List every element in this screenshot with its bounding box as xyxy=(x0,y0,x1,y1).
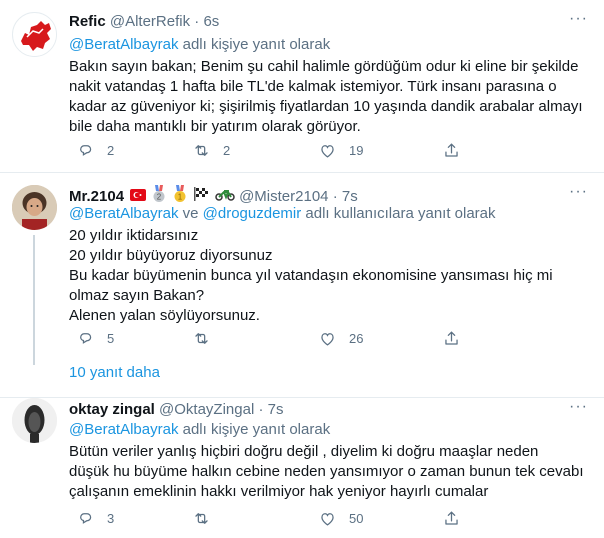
tweet-text-line: olmaz sayın Bakan? xyxy=(69,287,205,304)
tweet-text-line: kadar az güveniyor ki; şişirilmiş fiyatl… xyxy=(69,98,583,115)
like-button[interactable]: 19 xyxy=(318,141,363,160)
dark-face-avatar xyxy=(12,398,57,443)
reply-icon xyxy=(80,145,92,156)
user-handle[interactable]: @Mister2104 xyxy=(239,188,328,205)
separator-dot: · xyxy=(258,401,264,418)
display-name[interactable]: oktay zingal xyxy=(69,401,155,418)
user-handle[interactable]: @AlterRefik xyxy=(110,13,190,30)
red-map-logo-icon xyxy=(13,13,56,56)
tweet-header: oktay zingal @OktayZingal · 7s xyxy=(69,400,283,420)
user-handle[interactable]: @OktayZingal xyxy=(159,401,254,418)
retweet-icon xyxy=(195,145,208,156)
more-options-icon[interactable]: ··· xyxy=(569,398,588,416)
tweet-text-line: bile daha mantıklı bir yatırım olarak gö… xyxy=(69,118,361,135)
like-button[interactable]: 26 xyxy=(318,329,363,348)
more-options-icon[interactable]: ··· xyxy=(569,183,588,201)
reply-button[interactable]: 3 xyxy=(76,509,114,528)
share-button[interactable] xyxy=(442,141,473,160)
like-button[interactable]: 50 xyxy=(318,509,363,528)
reply-context: @BeratAlbayrak ve @droguzdemir adlı kull… xyxy=(69,204,496,224)
mention-link[interactable]: @BeratAlbayrak xyxy=(69,36,178,53)
tweet-text-line: çalışanın emeklinin hakkı verilmiyor hak… xyxy=(69,483,489,500)
share-icon xyxy=(445,511,458,525)
separator-dot: · xyxy=(194,13,200,30)
tweet-text-line: nakit vatandaş 1 hafta bile TL'de kalmak… xyxy=(69,78,557,95)
reply-icon xyxy=(80,513,92,524)
tweet-text-line: düşük hu büyüme halkın cebine neden yans… xyxy=(69,463,584,480)
tweet-text-line: Bakın sayın bakan; Benim şu cahil haliml… xyxy=(69,58,579,75)
heart-icon xyxy=(321,513,334,526)
tweet-text-line: 20 yıldır büyüyoruz diyorsunuz xyxy=(69,247,273,264)
tweet-text-line: Bütün veriler yanlış hiçbiri doğru değil… xyxy=(69,443,539,460)
share-button[interactable] xyxy=(442,509,473,528)
reply-count: 2 xyxy=(107,143,115,158)
share-icon xyxy=(445,143,458,157)
reply-icon xyxy=(80,333,92,344)
retweet-count: 2 xyxy=(223,143,231,158)
display-name[interactable]: Refic xyxy=(69,13,106,30)
avatar[interactable] xyxy=(12,398,57,443)
reply-count: 5 xyxy=(107,331,115,346)
display-name[interactable]: Mr.2104 xyxy=(69,188,124,205)
reply-button[interactable]: 2 xyxy=(76,141,114,160)
tweet-header: Mr.2104 2 1 @Mister2104 · 7s xyxy=(69,185,358,205)
share-button[interactable] xyxy=(442,329,473,348)
tweet-text: 20 yıldır iktidarsınız 20 yıldır büyüyor… xyxy=(69,226,594,326)
like-count: 50 xyxy=(349,511,364,526)
separator-dot: · xyxy=(332,187,338,205)
reply-count: 3 xyxy=(107,511,115,526)
reply-joiner: ve xyxy=(178,205,203,222)
timestamp[interactable]: 6s xyxy=(203,13,219,30)
tweet-text-line: Bu kadar büyümenin bunca yıl vatandaşın … xyxy=(69,267,553,284)
share-icon xyxy=(445,331,458,345)
like-count: 19 xyxy=(349,143,364,158)
svg-text:2: 2 xyxy=(157,193,162,202)
mention-link[interactable]: @BeratAlbayrak xyxy=(69,205,178,222)
reply-context-text: adlı kişiye yanıt olarak xyxy=(178,421,331,438)
reply-button[interactable]: 5 xyxy=(76,329,114,348)
more-options-icon[interactable]: ··· xyxy=(569,10,588,28)
thread-line xyxy=(33,235,35,365)
heart-icon xyxy=(321,333,334,346)
tweet-actions: 3 50 xyxy=(62,509,462,533)
tweet-oktay-zingal[interactable]: oktay zingal @OktayZingal · 7s ··· @Bera… xyxy=(0,390,604,538)
tweet-text: Bakın sayın bakan; Benim şu cahil haliml… xyxy=(69,57,594,137)
svg-text:1: 1 xyxy=(177,193,182,202)
tweet-header: Refic @AlterRefik · 6s xyxy=(69,12,219,32)
retweet-icon xyxy=(195,333,208,344)
tweet-text-line: 20 yıldır iktidarsınız xyxy=(69,227,199,244)
like-count: 26 xyxy=(349,331,364,346)
tweet-mr2104[interactable]: Mr.2104 2 1 @Mister2104 · 7s ··· @BeratA… xyxy=(0,173,604,365)
mention-link[interactable]: @BeratAlbayrak xyxy=(69,421,178,438)
retweet-button[interactable] xyxy=(192,509,223,528)
tweet-refic[interactable]: Refic @AlterRefik · 6s ··· @BeratAlbayra… xyxy=(0,0,604,173)
reply-context-text: adlı kullanıcılara yanıt olarak xyxy=(301,205,496,222)
tweet-text: Bütün veriler yanlış hiçbiri doğru değil… xyxy=(69,442,594,502)
retweet-button[interactable] xyxy=(192,329,223,348)
mention-link[interactable]: @droguzdemir xyxy=(203,205,302,222)
tweet-actions: 2 2 19 xyxy=(62,141,462,165)
retweet-icon xyxy=(195,513,208,524)
reply-context: @BeratAlbayrak adlı kişiye yanıt olarak xyxy=(69,35,330,55)
tweet-text-line: Alenen yalan söylüyorsunuz. xyxy=(69,307,260,324)
avatar[interactable] xyxy=(12,185,57,230)
timestamp[interactable]: 7s xyxy=(342,188,358,205)
show-more-replies-label[interactable]: 10 yanıt daha xyxy=(69,364,160,381)
reply-context-text: adlı kişiye yanıt olarak xyxy=(178,36,331,53)
man-portrait-avatar xyxy=(12,185,57,230)
retweet-button[interactable]: 2 xyxy=(192,141,230,160)
timestamp[interactable]: 7s xyxy=(268,401,284,418)
reply-context: @BeratAlbayrak adlı kişiye yanıt olarak xyxy=(69,420,330,440)
heart-icon xyxy=(321,145,334,158)
avatar[interactable] xyxy=(12,12,57,57)
